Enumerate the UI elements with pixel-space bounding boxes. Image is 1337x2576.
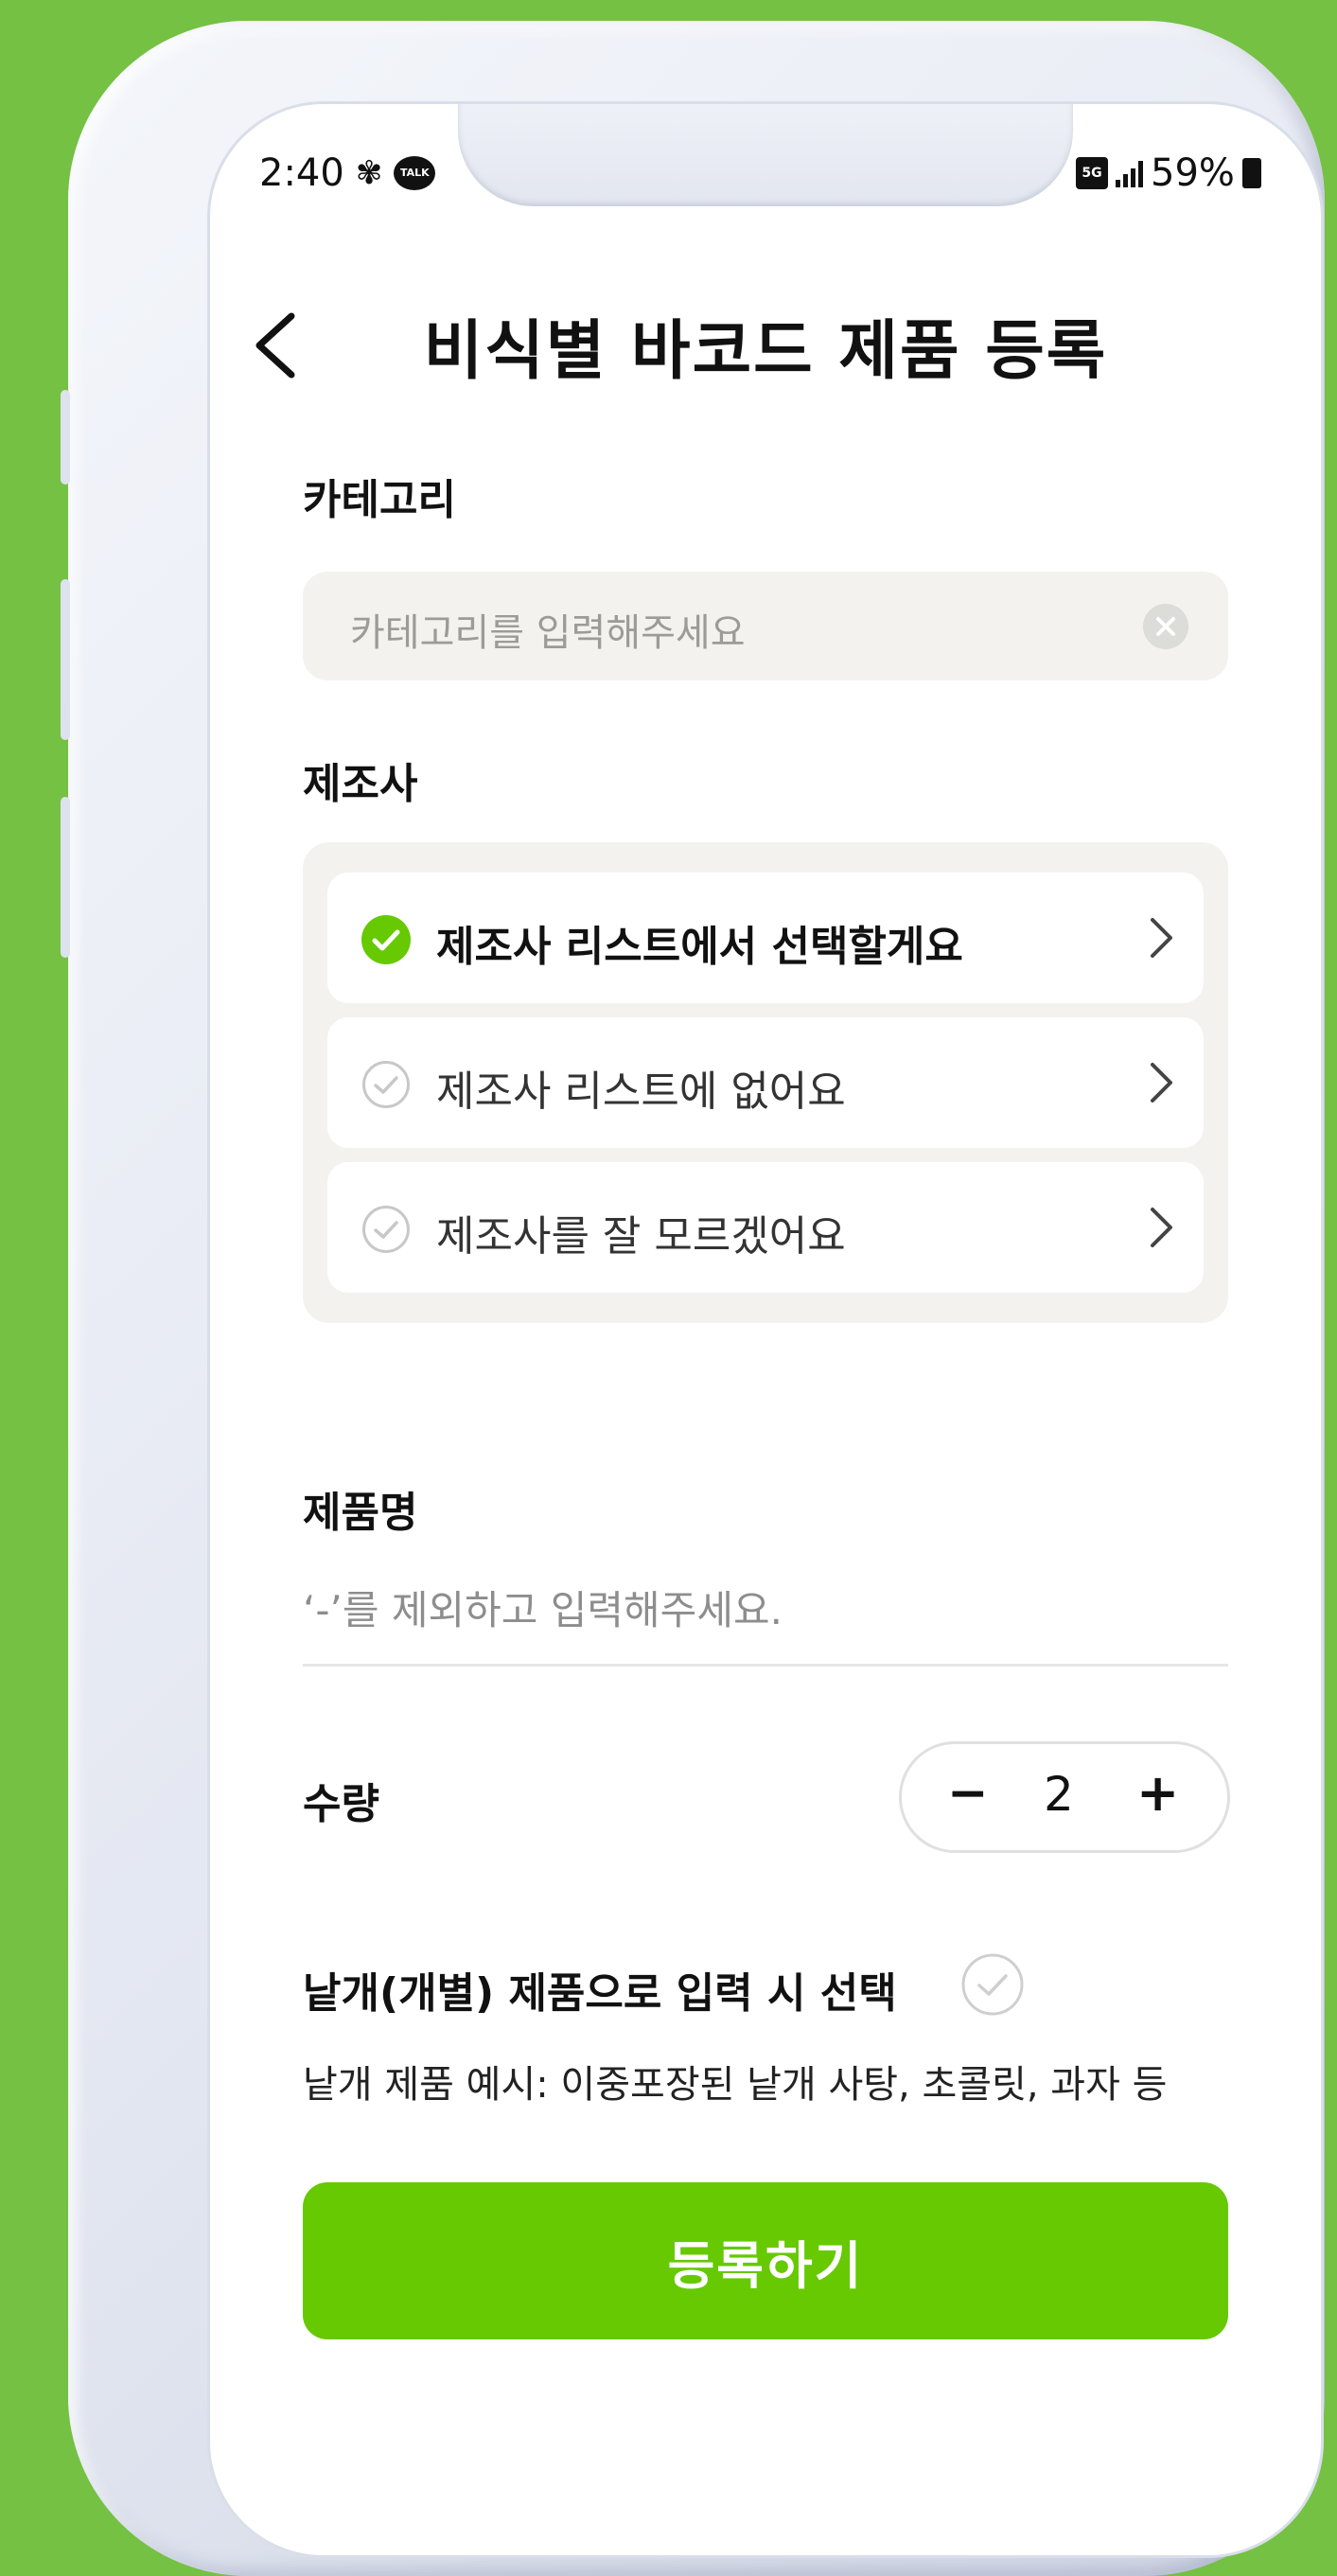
single-item-example: 낱개 제품 예시: 이중포장된 낱개 사탕, 초콜릿, 과자 등 xyxy=(303,2063,1168,2107)
check-circle-outline-icon xyxy=(362,1206,410,1253)
battery-percent: 59% xyxy=(1151,151,1235,195)
volume-up-button xyxy=(61,390,70,485)
check-circle-filled-icon xyxy=(361,915,411,964)
check-circle-outline-icon[interactable] xyxy=(959,1951,1026,2018)
register-button[interactable]: 등록하기 xyxy=(303,2182,1228,2339)
quantity-value: 2 xyxy=(1044,1767,1074,1822)
network-icon: 5G xyxy=(1076,157,1108,189)
signal-icon xyxy=(1116,159,1143,187)
app-screen: 2:40 ✾ TALK 5G 59% 비식별 바코드 제품 등록 카테고리 카테… xyxy=(210,104,1321,2555)
manufacturer-option-unknown[interactable]: 제조사를 잘 모르겠어요 xyxy=(327,1162,1204,1293)
fan-icon: ✾ xyxy=(355,154,383,192)
manufacturer-option-not-in-list[interactable]: 제조사 리스트에 없어요 xyxy=(327,1017,1204,1148)
side-key xyxy=(61,797,70,958)
battery-icon xyxy=(1241,158,1261,188)
talk-icon: TALK xyxy=(394,156,436,190)
chevron-right-icon xyxy=(1151,1063,1172,1103)
chevron-right-icon xyxy=(1151,1208,1172,1247)
single-item-label: 낱개(개별) 제품으로 입력 시 선택 xyxy=(303,1969,897,2018)
notch xyxy=(458,104,1073,206)
quantity-stepper: − 2 + xyxy=(899,1741,1230,1853)
category-input[interactable]: 카테고리를 입력해주세요 xyxy=(303,572,1228,680)
manufacturer-label: 제조사 xyxy=(303,760,418,808)
status-time: 2:40 xyxy=(259,151,344,195)
check-circle-outline-icon xyxy=(362,1061,410,1108)
product-name-input[interactable]: ‘-’를 제외하고 입력해주세요. xyxy=(303,1579,783,1636)
phone-frame: 2:40 ✾ TALK 5G 59% 비식별 바코드 제품 등록 카테고리 카테… xyxy=(61,21,1325,2576)
chevron-right-icon xyxy=(1151,918,1172,958)
option-label: 제조사 리스트에서 선택할게요 xyxy=(436,923,963,971)
manufacturer-options: 제조사 리스트에서 선택할게요 제조사 리스트에 없어요 제조사를 잘 모르겠어… xyxy=(303,842,1228,1323)
option-label: 제조사를 잘 모르겠어요 xyxy=(436,1212,846,1261)
page-title: 비식별 바코드 제품 등록 xyxy=(423,314,1108,389)
decrement-button[interactable]: − xyxy=(947,1765,989,1822)
category-label: 카테고리 xyxy=(303,476,456,524)
product-name-underline xyxy=(303,1664,1228,1667)
status-bar-right: 5G 59% xyxy=(1076,151,1261,195)
product-name-label: 제품명 xyxy=(303,1489,418,1537)
status-bar-left: 2:40 ✾ TALK xyxy=(259,151,436,195)
quantity-label: 수량 xyxy=(303,1780,379,1828)
increment-button[interactable]: + xyxy=(1136,1763,1179,1823)
clear-icon[interactable] xyxy=(1143,604,1188,649)
volume-down-button xyxy=(61,579,70,740)
category-placeholder: 카테고리를 입력해주세요 xyxy=(350,611,746,655)
option-label: 제조사 리스트에 없어요 xyxy=(436,1067,846,1116)
manufacturer-option-select-from-list[interactable]: 제조사 리스트에서 선택할게요 xyxy=(327,873,1204,1003)
